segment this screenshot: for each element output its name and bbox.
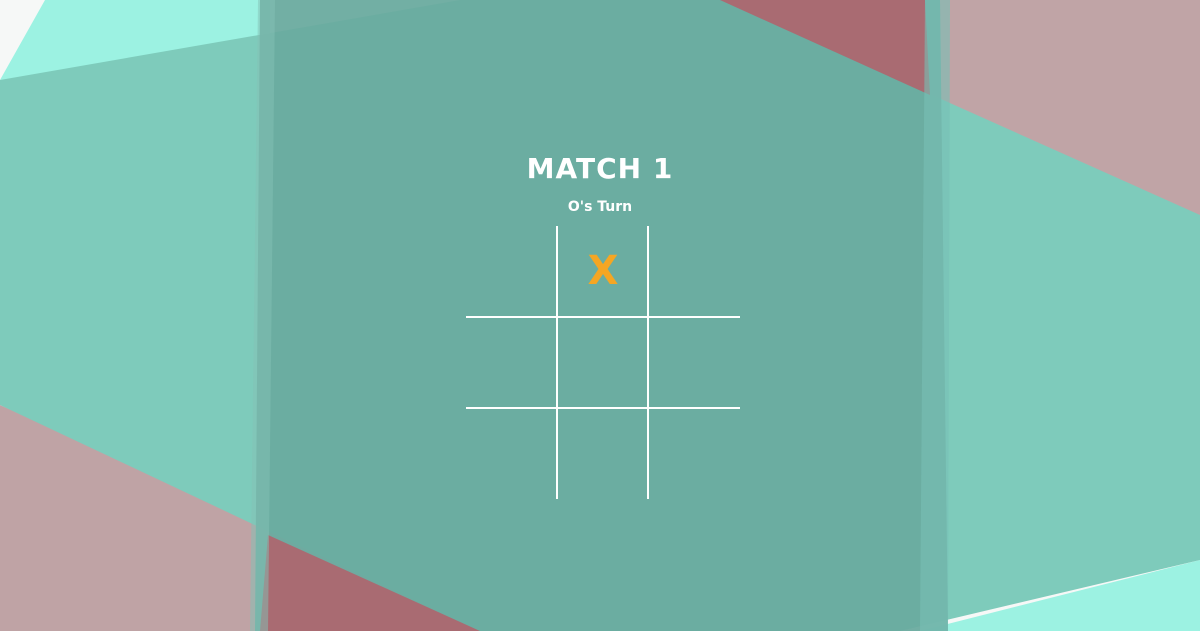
turn-indicator: O's Turn: [567, 199, 633, 215]
board-cell-3[interactable]: [466, 318, 556, 408]
board-cell-4[interactable]: [558, 318, 648, 408]
board-cell-2[interactable]: [649, 226, 739, 316]
game-board: X: [466, 226, 740, 499]
board-cell-0[interactable]: [466, 226, 556, 316]
match-title: MATCH 1: [526, 152, 674, 185]
board-cell-1[interactable]: X: [558, 226, 648, 316]
board-cell-6[interactable]: [466, 409, 556, 499]
board-cell-7[interactable]: [558, 409, 648, 499]
board-cell-5[interactable]: [649, 318, 739, 408]
board-cell-8[interactable]: [649, 409, 739, 499]
